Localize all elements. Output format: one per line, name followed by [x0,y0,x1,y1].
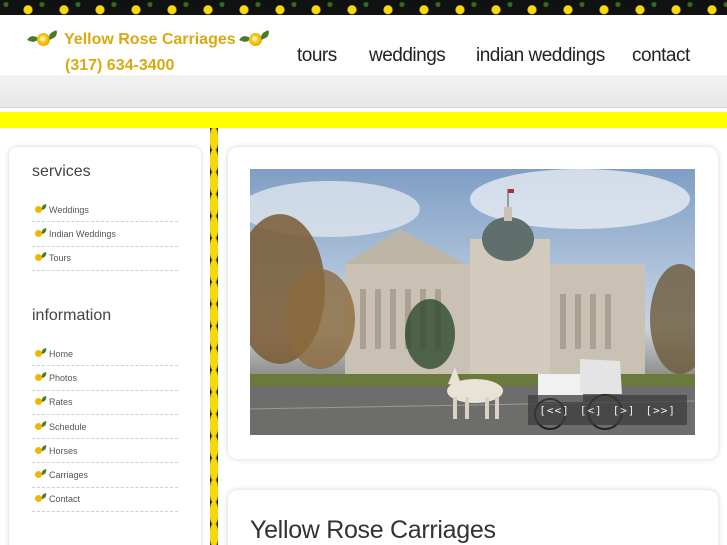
services-list: Weddings Indian Weddings Tours [32,198,178,271]
sidebar-item-weddings[interactable]: Weddings [32,198,178,223]
information-list: Home Photos Rates Schedule Horses Carria… [32,342,178,513]
sidebar-item-home[interactable]: Home [32,342,178,367]
sidebar: services Weddings Indian Weddings Tours … [9,147,201,545]
rose-bullet-icon [32,252,48,263]
sidebar-item-horses[interactable]: Horses [32,439,178,464]
sidebar-item-tours[interactable]: Tours [32,247,178,271]
services-heading: services [32,163,91,180]
slideshow-prev-button[interactable]: [<] [577,404,606,417]
sidebar-item-indian-weddings[interactable]: Indian Weddings [32,222,178,247]
sidebar-item-schedule[interactable]: Schedule [32,415,178,440]
rose-bullet-icon [32,347,48,359]
rose-bullet-icon [32,371,48,383]
slideshow-last-button[interactable]: [>>] [643,404,680,417]
nav-tours[interactable]: tours [297,45,337,67]
rose-bullet-icon [32,469,48,480]
slideshow-controls: [<<] [<] [>] [>>] [528,395,687,425]
nav-indian-weddings[interactable]: indian weddings [476,45,605,67]
sidebar-item-photos[interactable]: Photos [32,366,178,391]
rose-bullet-icon [32,203,48,215]
top-rose-border [0,0,727,15]
sidebar-item-carriages[interactable]: Carriages [32,463,178,488]
header-band [0,75,727,108]
rose-bullet-icon [32,396,48,407]
slideshow-first-button[interactable]: [<<] [536,404,573,417]
sidebar-item-rates[interactable]: Rates [32,391,178,415]
information-heading: information [32,307,112,324]
rose-bullet-icon [32,493,48,504]
page-title: Yellow Rose Carriages [250,516,496,544]
nav-contact[interactable]: contact [632,45,690,67]
yellow-accent-bar [0,112,727,128]
rose-bullet-icon [32,420,48,432]
slideshow-photo: [<<] [<] [>] [>>] [250,169,695,435]
slideshow-next-button[interactable]: [>] [610,404,639,417]
sidebar-item-contact[interactable]: Contact [32,488,178,513]
rose-bullet-icon [32,444,48,456]
rose-bullet-icon [32,227,48,239]
nav-weddings[interactable]: weddings [369,45,446,67]
main-nav: tours weddings indian weddings contact [0,45,727,67]
vertical-rose-border [210,128,218,545]
